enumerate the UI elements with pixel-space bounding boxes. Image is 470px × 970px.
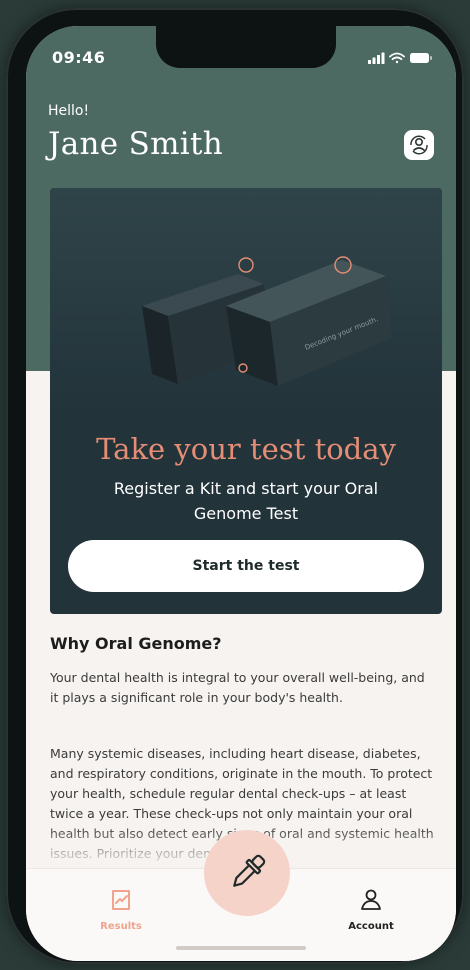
tab-account-label: Account <box>348 921 394 932</box>
account-icon <box>361 889 381 910</box>
phone-frame: 09:46 Hello! Jane Smith Decoding your mo… <box>6 8 464 964</box>
signal-icon <box>368 52 385 64</box>
status-time: 09:46 <box>52 48 106 67</box>
profile-switch-button[interactable] <box>404 130 434 160</box>
kit-box-illustration: Decoding your mouth. <box>50 188 442 418</box>
user-name: Jane Smith <box>48 126 224 162</box>
section-title: Why Oral Genome? <box>50 634 222 653</box>
greeting-text: Hello! <box>48 103 90 119</box>
results-icon <box>112 890 130 910</box>
app-screen: 09:46 Hello! Jane Smith Decoding your mo… <box>26 26 456 961</box>
promo-subtitle: Register a Kit and start your Oral Genom… <box>113 479 379 523</box>
tab-account[interactable]: Account <box>331 887 411 932</box>
start-test-button[interactable]: Start the test <box>68 540 424 592</box>
dropper-icon <box>233 854 266 887</box>
battery-icon <box>410 53 432 63</box>
tab-results[interactable]: Results <box>81 887 161 932</box>
promo-card: Decoding your mouth. Take your test toda… <box>50 188 442 614</box>
profile-switch-icon <box>410 135 428 155</box>
status-icons <box>368 50 434 69</box>
notch <box>156 26 336 68</box>
about-paragraph-1: Your dental health is integral to your o… <box>50 670 425 705</box>
tab-results-label: Results <box>100 921 142 932</box>
promo-title: Take your test today <box>96 432 396 466</box>
test-kit-fab[interactable] <box>204 830 290 916</box>
wifi-icon <box>389 52 405 64</box>
home-indicator <box>176 946 306 950</box>
